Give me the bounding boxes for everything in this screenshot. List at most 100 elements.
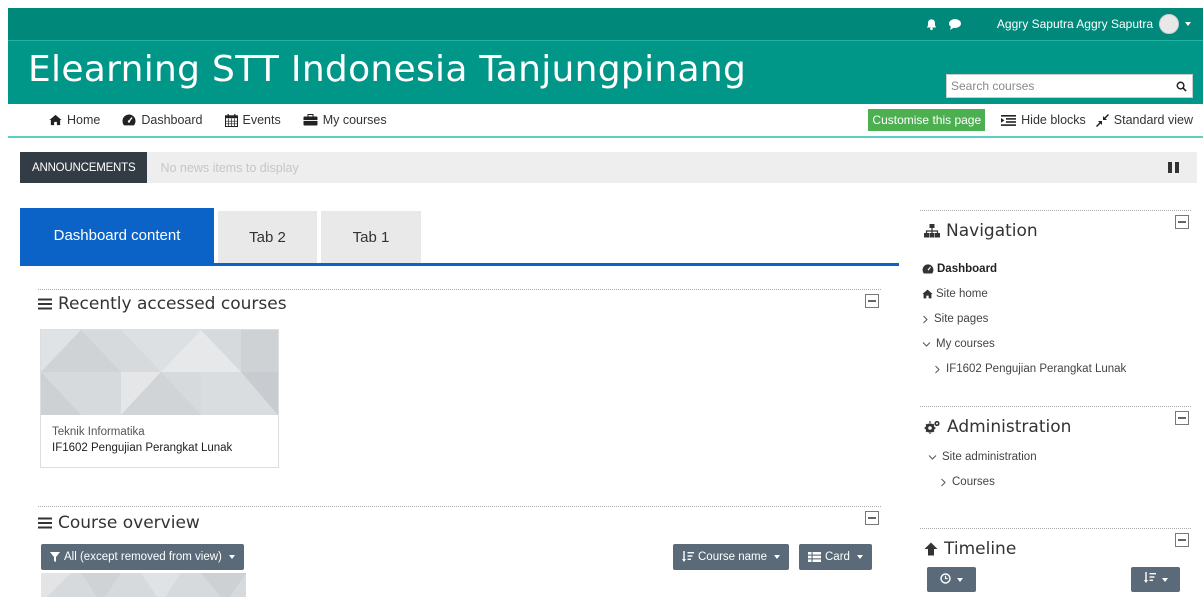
nav-home-label: Home (67, 113, 101, 127)
nav-tree-site-home[interactable]: Site home (922, 288, 988, 300)
course-card[interactable]: Teknik Informatika IF1602 Pengujian Pera… (40, 329, 279, 468)
tab-1[interactable]: Tab 1 (321, 211, 421, 263)
caret-down-icon (1161, 577, 1168, 582)
collapse-icon[interactable] (865, 294, 879, 308)
site-title[interactable]: Elearning STT Indonesia Tanjungpinang (28, 49, 746, 90)
nav-tree-my-courses[interactable]: My courses (922, 338, 995, 350)
bars-icon (38, 517, 52, 529)
tab-dashboard-content[interactable]: Dashboard content (20, 208, 214, 263)
course-overview-block: Course overview All (except removed from… (38, 506, 881, 597)
sitemap-icon (924, 224, 940, 238)
nav-tree-course-label: IF1602 Pengujian Perangkat Lunak (946, 363, 1127, 375)
nav-my-courses[interactable]: My courses (303, 113, 387, 127)
nav-tree-courses-label: Courses (952, 476, 995, 488)
course-overview-card-image (41, 573, 246, 597)
nav-my-courses-label: My courses (322, 113, 387, 127)
nav-tree-site-pages-label: Site pages (934, 313, 989, 325)
filter-icon (50, 552, 60, 562)
administration-title: Administration (947, 417, 1072, 437)
page-frame: Aggry Saputra Aggry Saputra Elearning ST… (8, 8, 1203, 597)
indent-icon (1001, 114, 1017, 126)
clock-icon (940, 571, 951, 589)
timeline-title: Timeline (944, 539, 1017, 559)
standard-view-label: Standard view (1113, 113, 1193, 127)
chevron-right-icon (922, 315, 929, 324)
briefcase-icon (303, 114, 318, 126)
compress-arrows-icon (1095, 113, 1109, 127)
recently-accessed-title: Recently accessed courses (58, 294, 287, 314)
timeline-sort-dropdown[interactable] (1131, 567, 1180, 592)
administration-block: Administration Site administration Cours… (920, 406, 1191, 506)
sort-dropdown[interactable]: Course name (673, 544, 790, 570)
nav-dashboard[interactable]: Dashboard (122, 113, 203, 127)
nav-tree-site-administration[interactable]: Site administration (928, 451, 1037, 463)
collapse-icon[interactable] (1175, 411, 1189, 425)
dashboard-tabs: Dashboard content Tab 2 Tab 1 (20, 208, 899, 266)
cogs-icon (924, 420, 941, 434)
navigation-title: Navigation (946, 221, 1038, 241)
search-icon[interactable] (1170, 81, 1192, 92)
home-icon (49, 114, 62, 126)
dashboard-icon (922, 264, 934, 274)
bell-icon[interactable] (925, 18, 938, 31)
avatar[interactable] (1159, 14, 1179, 34)
nav-home[interactable]: Home (49, 113, 100, 127)
timeline-filter-dropdown[interactable] (927, 567, 976, 592)
sort-icon (1143, 571, 1156, 589)
course-overview-title: Course overview (58, 513, 200, 533)
user-name[interactable]: Aggry Saputra Aggry Saputra (997, 17, 1153, 31)
nav-dashboard-label: Dashboard (141, 113, 203, 127)
view-dropdown[interactable]: Card (799, 544, 872, 570)
collapse-icon[interactable] (1175, 215, 1189, 229)
recently-accessed-block: Recently accessed courses Teknik Informa… (38, 289, 881, 479)
standard-view-button[interactable]: Standard view (1095, 113, 1193, 127)
nav-tree-site-pages[interactable]: Site pages (922, 313, 988, 325)
customise-page-button[interactable]: Customise this page (868, 109, 986, 131)
timeline-block: Timeline (920, 528, 1191, 597)
view-label: Card (825, 551, 850, 563)
grid-icon (808, 552, 821, 562)
nav-tree-my-courses-label: My courses (936, 338, 995, 350)
nav-events[interactable]: Events (224, 113, 281, 127)
nav-tree-site-administration-label: Site administration (942, 451, 1037, 463)
filter-dropdown[interactable]: All (except removed from view) (41, 544, 244, 570)
bars-icon (38, 298, 52, 310)
user-menu-caret-icon[interactable] (1185, 22, 1191, 26)
hide-blocks-label: Hide blocks (1021, 113, 1086, 127)
caret-down-icon (957, 577, 963, 582)
chevron-right-icon (940, 478, 947, 487)
nav-tree-course[interactable]: IF1602 Pengujian Perangkat Lunak (934, 363, 1126, 375)
filter-label: All (except removed from view) (64, 551, 222, 563)
dashboard-icon (122, 114, 136, 126)
tab-2[interactable]: Tab 2 (218, 211, 317, 263)
chevron-down-icon (928, 454, 937, 461)
announcements-bar: ANNOUNCEMENTS No news items to display (20, 152, 1197, 183)
caret-down-icon (774, 555, 781, 559)
calendar-icon (224, 113, 238, 127)
chat-bubble-icon[interactable] (948, 18, 962, 31)
sort-icon (682, 551, 694, 563)
search-input[interactable] (947, 79, 1170, 93)
caret-down-icon (228, 555, 235, 559)
nav-tree-courses[interactable]: Courses (940, 476, 995, 488)
pause-icon[interactable] (1168, 162, 1179, 173)
nav-tree-dashboard[interactable]: Dashboard (922, 263, 997, 275)
course-image (41, 330, 278, 415)
site-header: Elearning STT Indonesia Tanjungpinang (8, 40, 1203, 104)
home-icon (922, 289, 933, 299)
arrow-up-icon (924, 542, 938, 556)
chevron-right-icon (934, 365, 941, 374)
main-navbar: Home Dashboard Events My courses Customi… (8, 104, 1203, 138)
nav-tree-site-home-label: Site home (936, 288, 988, 300)
collapse-icon[interactable] (1175, 533, 1189, 547)
collapse-icon[interactable] (865, 511, 879, 525)
nav-tree-dashboard-label: Dashboard (937, 263, 998, 275)
sort-label: Course name (698, 551, 768, 563)
course-name[interactable]: IF1602 Pengujian Perangkat Lunak (52, 442, 278, 454)
nav-events-label: Events (242, 113, 281, 127)
announcements-text: No news items to display (160, 160, 299, 175)
caret-down-icon (856, 555, 863, 559)
announcements-label: ANNOUNCEMENTS (20, 152, 148, 183)
search-box (946, 74, 1193, 98)
hide-blocks-button[interactable]: Hide blocks (1001, 113, 1086, 127)
